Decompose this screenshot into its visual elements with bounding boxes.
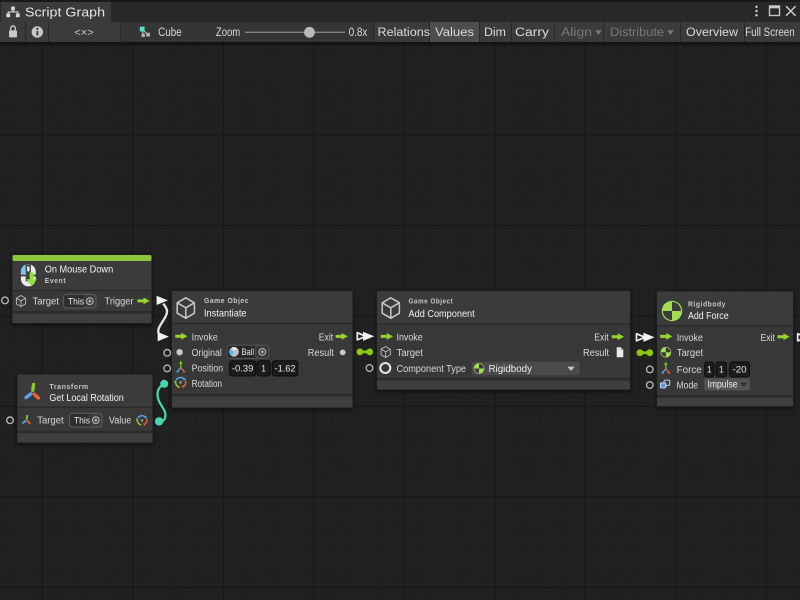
svg-text:Full Screen: Full Screen [745, 27, 795, 39]
svg-text:Game Object: Game Object [409, 296, 454, 305]
svg-text:Align: Align [561, 27, 592, 39]
svg-text:<×>: <×> [74, 27, 93, 39]
svg-text:Result: Result [308, 348, 334, 359]
svg-text:Ball: Ball [242, 347, 255, 357]
svg-text:Invoke: Invoke [192, 333, 218, 344]
svg-text:1: 1 [707, 365, 712, 375]
svg-text:Invoke: Invoke [677, 333, 703, 344]
svg-text:Impulse: Impulse [708, 380, 738, 391]
svg-text:-0.39: -0.39 [232, 364, 254, 374]
svg-text:Rotation: Rotation [192, 379, 223, 390]
svg-text:Position: Position [192, 364, 224, 375]
svg-text:Transform: Transform [49, 382, 88, 391]
svg-text:Relations: Relations [378, 27, 431, 39]
svg-text:Invoke: Invoke [397, 333, 423, 344]
svg-text:Distribute: Distribute [610, 27, 664, 39]
svg-text:1: 1 [261, 364, 266, 374]
svg-text:Exit: Exit [594, 333, 609, 344]
svg-text:Script Graph: Script Graph [25, 5, 105, 19]
svg-text:1: 1 [719, 365, 724, 375]
svg-text:Mode: Mode [677, 380, 699, 391]
svg-text:Rigidbody: Rigidbody [489, 364, 533, 375]
svg-text:Target: Target [397, 348, 424, 359]
svg-text:Component Type: Component Type [397, 364, 467, 375]
svg-text:Rigidbody: Rigidbody [688, 299, 726, 308]
svg-text:-1.62: -1.62 [275, 364, 296, 374]
svg-text:Exit: Exit [761, 333, 776, 344]
svg-text:Target: Target [677, 348, 704, 359]
svg-text:Result: Result [583, 348, 609, 359]
svg-text:Target: Target [37, 416, 64, 427]
svg-text:This: This [68, 297, 84, 307]
svg-text:Trigger: Trigger [105, 296, 135, 307]
svg-text:Add Component: Add Component [409, 309, 475, 320]
svg-text:Zoom: Zoom [216, 27, 240, 39]
svg-text:Event: Event [45, 276, 67, 285]
svg-text:Instantiate: Instantiate [204, 309, 247, 320]
svg-text:Target: Target [33, 296, 60, 307]
svg-text:0.8x: 0.8x [349, 27, 368, 39]
svg-text:Game Objec: Game Objec [204, 296, 249, 305]
svg-text:On Mouse Down: On Mouse Down [45, 264, 114, 275]
svg-text:Value: Value [109, 416, 131, 427]
svg-text:Dim: Dim [484, 27, 506, 39]
svg-text:Carry: Carry [515, 27, 549, 39]
svg-text:Get Local Rotation: Get Local Rotation [49, 393, 123, 404]
svg-text:This: This [74, 416, 90, 426]
svg-text:Force: Force [677, 365, 702, 376]
svg-text:Cube: Cube [158, 27, 182, 39]
svg-text:Exit: Exit [319, 333, 334, 344]
svg-text:Add Force: Add Force [688, 311, 729, 322]
svg-text:Values: Values [435, 27, 474, 39]
svg-text:Original: Original [192, 348, 222, 359]
svg-text:Overview: Overview [686, 27, 739, 39]
svg-text:-20: -20 [733, 365, 747, 375]
